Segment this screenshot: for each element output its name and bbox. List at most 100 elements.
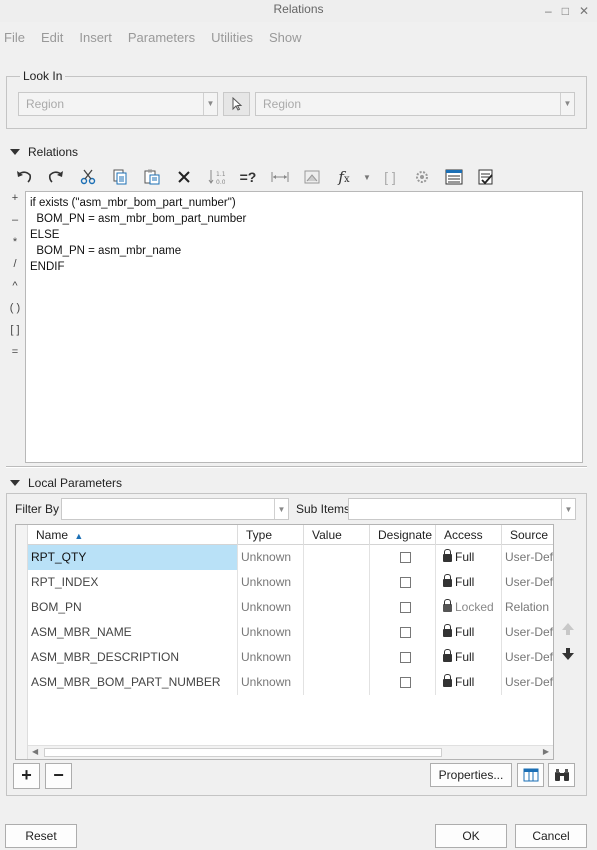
cell-access[interactable]: Full: [436, 545, 502, 570]
cancel-button[interactable]: Cancel: [515, 824, 587, 848]
divide-operator[interactable]: /: [8, 258, 22, 280]
plus-operator[interactable]: +: [8, 192, 22, 214]
reset-button[interactable]: Reset: [5, 824, 77, 848]
sort-icon[interactable]: 1.1 0.0: [200, 166, 232, 188]
relations-editor[interactable]: if exists ("asm_mbr_bom_part_number") BO…: [25, 191, 583, 463]
cut-icon[interactable]: [72, 166, 104, 188]
evaluate-icon[interactable]: =?: [232, 166, 264, 188]
table-row[interactable]: RPT_QTY Unknown Full User-Defi: [28, 545, 553, 570]
designate-checkbox[interactable]: [400, 652, 411, 663]
cell-type[interactable]: Unknown: [238, 645, 304, 670]
relation-line: ELSE: [30, 229, 60, 241]
scroll-right-icon[interactable]: ▶: [543, 747, 549, 756]
delete-icon[interactable]: [168, 166, 200, 188]
display-icon[interactable]: [296, 166, 328, 188]
redo-icon[interactable]: [40, 166, 72, 188]
horizontal-scrollbar[interactable]: ◀ ▶: [28, 745, 553, 759]
move-down-icon[interactable]: [561, 647, 575, 664]
table-row[interactable]: BOM_PN Unknown Locked Relation: [28, 595, 553, 620]
brackets-operator[interactable]: [ ]: [8, 324, 22, 346]
ok-button[interactable]: OK: [435, 824, 507, 848]
minus-operator[interactable]: –: [8, 214, 22, 236]
function-menu-icon[interactable]: ▼: [360, 166, 374, 188]
cell-name[interactable]: RPT_QTY: [28, 545, 238, 570]
brackets-icon[interactable]: [ ]: [374, 166, 406, 188]
cell-type[interactable]: Unknown: [238, 570, 304, 595]
cell-access[interactable]: Full: [436, 570, 502, 595]
dimension-icon[interactable]: [264, 166, 296, 188]
cell-name[interactable]: ASM_MBR_DESCRIPTION: [28, 645, 238, 670]
cell-type[interactable]: Unknown: [238, 595, 304, 620]
relations-section-header[interactable]: Relations: [10, 145, 78, 159]
cell-type[interactable]: Unknown: [238, 545, 304, 570]
table-row[interactable]: RPT_INDEX Unknown Full User-Defi: [28, 570, 553, 595]
sub-items-combo[interactable]: ▼: [348, 498, 576, 520]
function-icon[interactable]: fx: [328, 166, 360, 188]
cell-value[interactable]: [304, 645, 370, 670]
menu-insert[interactable]: Insert: [75, 28, 118, 48]
menu-parameters[interactable]: Parameters: [124, 28, 201, 48]
cell-name[interactable]: ASM_MBR_NAME: [28, 620, 238, 645]
cell-access[interactable]: Full: [436, 670, 502, 695]
select-pointer-button[interactable]: [223, 92, 250, 116]
column-header-name[interactable]: Name ▲: [28, 525, 238, 545]
table-row[interactable]: ASM_MBR_DESCRIPTION Unknown Full User-De…: [28, 645, 553, 670]
cell-name[interactable]: RPT_INDEX: [28, 570, 238, 595]
multiply-operator[interactable]: *: [8, 236, 22, 258]
remove-parameter-button[interactable]: −: [45, 763, 72, 789]
table-row[interactable]: ASM_MBR_BOM_PART_NUMBER Unknown Full Use…: [28, 670, 553, 695]
cell-type[interactable]: Unknown: [238, 620, 304, 645]
properties-button[interactable]: Properties...: [430, 763, 512, 787]
find-button[interactable]: [548, 763, 575, 787]
cell-name[interactable]: BOM_PN: [28, 595, 238, 620]
designate-checkbox[interactable]: [400, 602, 411, 613]
local-parameters-header[interactable]: Local Parameters: [10, 476, 122, 490]
table-columns-button[interactable]: [517, 763, 544, 787]
look-in-type-combo[interactable]: Region ▼: [18, 92, 218, 116]
add-parameter-button[interactable]: +: [13, 763, 40, 789]
cell-value[interactable]: [304, 570, 370, 595]
equals-operator[interactable]: =: [8, 346, 22, 368]
cell-value[interactable]: [304, 670, 370, 695]
cell-value[interactable]: [304, 545, 370, 570]
column-header-type[interactable]: Type: [238, 525, 304, 545]
column-header-designate[interactable]: Designate: [370, 525, 436, 545]
menu-edit[interactable]: Edit: [37, 28, 69, 48]
menu-utilities[interactable]: Utilities: [207, 28, 259, 48]
undo-icon[interactable]: [8, 166, 40, 188]
scroll-left-icon[interactable]: ◀: [32, 747, 38, 756]
column-header-source[interactable]: Source: [502, 525, 553, 545]
designate-checkbox[interactable]: [400, 627, 411, 638]
close-icon[interactable]: ✕: [579, 2, 589, 20]
designate-checkbox[interactable]: [400, 552, 411, 563]
designate-checkbox[interactable]: [400, 577, 411, 588]
maximize-icon[interactable]: □: [562, 2, 569, 20]
column-header-value[interactable]: Value: [304, 525, 370, 545]
menu-show[interactable]: Show: [265, 28, 308, 48]
minimize-icon[interactable]: –: [545, 2, 552, 20]
cell-access[interactable]: Full: [436, 645, 502, 670]
power-operator[interactable]: ^: [8, 280, 22, 302]
cell-name[interactable]: ASM_MBR_BOM_PART_NUMBER: [28, 670, 238, 695]
move-up-icon[interactable]: [561, 622, 575, 639]
cell-access[interactable]: Locked: [436, 595, 502, 620]
verify-icon[interactable]: [470, 166, 502, 188]
paste-icon[interactable]: [136, 166, 168, 188]
column-header-access[interactable]: Access: [436, 525, 502, 545]
look-in-item-combo[interactable]: Region ▼: [255, 92, 575, 116]
designate-checkbox[interactable]: [400, 677, 411, 688]
section-divider[interactable]: [6, 466, 587, 468]
cell-type[interactable]: Unknown: [238, 670, 304, 695]
filter-by-combo[interactable]: ▼: [61, 498, 289, 520]
settings-icon[interactable]: [406, 166, 438, 188]
table-row[interactable]: ASM_MBR_NAME Unknown Full User-Defi: [28, 620, 553, 645]
cell-value[interactable]: [304, 620, 370, 645]
copy-icon[interactable]: [104, 166, 136, 188]
cell-source: Relation: [502, 595, 553, 620]
menu-file[interactable]: File: [0, 28, 31, 48]
cell-value[interactable]: [304, 595, 370, 620]
scrollbar-thumb[interactable]: [44, 748, 442, 757]
cell-access[interactable]: Full: [436, 620, 502, 645]
parentheses-operator[interactable]: ( ): [8, 302, 22, 324]
insert-parameters-icon[interactable]: [438, 166, 470, 188]
